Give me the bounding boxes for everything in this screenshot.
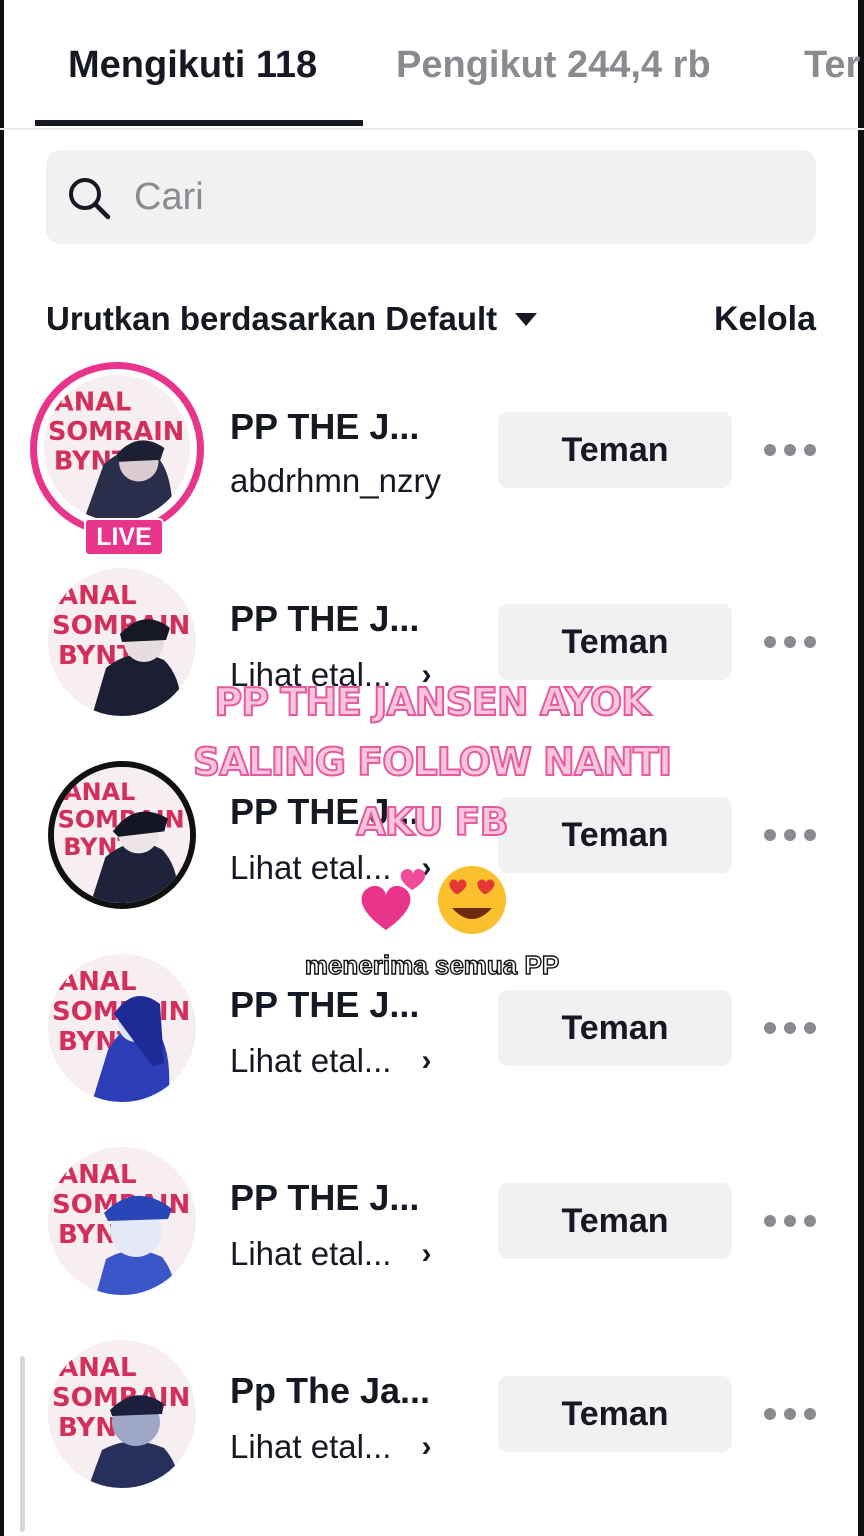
friend-button[interactable]: Teman <box>498 412 732 488</box>
chevron-right-icon: › <box>421 1430 432 1463</box>
manage-button[interactable]: Kelola <box>714 300 816 339</box>
user-display-name[interactable]: PP THE J... <box>230 984 419 1026</box>
pink-hearts-icon <box>361 885 411 930</box>
more-options-icon[interactable] <box>762 1211 818 1231</box>
search-input[interactable]: Cari <box>46 150 816 244</box>
more-options-icon[interactable] <box>762 1018 818 1038</box>
tab-friends[interactable]: Ter <box>804 44 860 87</box>
view-showcase-label: Lihat etal... <box>230 1235 392 1272</box>
sort-dropdown[interactable]: Urutkan berdasarkan Default <box>46 300 538 338</box>
view-showcase-link[interactable]: Lihat etal... › <box>230 1042 431 1080</box>
chevron-right-icon: › <box>421 1044 432 1077</box>
search-icon <box>69 178 111 220</box>
friend-button[interactable]: Teman <box>498 604 732 680</box>
scrollbar[interactable] <box>20 1356 25 1532</box>
more-options-icon[interactable] <box>762 440 818 460</box>
user-display-name[interactable]: PP THE J... <box>230 1177 419 1219</box>
friend-button[interactable]: Teman <box>498 1183 732 1259</box>
caption-line-2: SALING FOLLOW NANTI <box>192 739 673 785</box>
avatar[interactable]: ANAL SOMRAIN BYNT <box>48 1147 196 1295</box>
svg-text:SOMRAIN: SOMRAIN <box>48 417 184 447</box>
avatar[interactable]: ANAL SOMRAIN BYNT <box>44 375 190 521</box>
caption-line-3: AKU FB <box>355 799 509 845</box>
svg-text:ANAL: ANAL <box>58 1353 137 1383</box>
svg-text:ANAL: ANAL <box>58 1160 137 1190</box>
chevron-right-icon: › <box>421 1237 432 1270</box>
search-placeholder: Cari <box>134 176 204 218</box>
tab-followers[interactable]: Pengikut 244,4 rb <box>396 44 711 87</box>
emoji-sticker <box>356 860 516 940</box>
list-item: ANAL SOMRAIN BYNT PP THE J... Lihat etal… <box>0 1147 864 1317</box>
heart-eyes-icon <box>438 866 506 934</box>
live-badge: LIVE <box>84 518 164 556</box>
caption-small: menerima semua PP <box>304 949 560 980</box>
caption-line-1: PP THE JANSEN AYOK <box>213 679 651 725</box>
view-showcase-link[interactable]: Lihat etal... › <box>230 1428 431 1466</box>
friend-button[interactable]: Teman <box>498 1376 732 1452</box>
user-display-name[interactable]: PP THE J... <box>230 406 419 448</box>
tab-following[interactable]: Mengikuti 118 <box>68 44 317 87</box>
user-display-name[interactable]: PP THE J... <box>230 598 419 640</box>
svg-text:ANAL: ANAL <box>58 581 137 611</box>
more-options-icon[interactable] <box>762 1404 818 1424</box>
caret-down-icon <box>515 312 538 326</box>
active-tab-indicator <box>35 120 363 126</box>
user-display-name[interactable]: Pp The Ja... <box>230 1370 430 1412</box>
list-item: ANAL SOMRAIN BYNT LIVE PP THE J... abdrh… <box>0 362 864 556</box>
avatar[interactable]: ANAL SOMRAIN BYNT <box>48 1340 196 1488</box>
more-options-icon[interactable] <box>762 632 818 652</box>
user-username[interactable]: abdrhmn_nzry <box>230 462 441 500</box>
sort-label: Urutkan berdasarkan Default <box>46 300 498 337</box>
tab-bar: Mengikuti 118 Pengikut 244,4 rb Ter <box>0 0 864 130</box>
list-item: ANAL SOMRAIN BYNT Pp The Ja... Lihat eta… <box>0 1340 864 1510</box>
view-showcase-label: Lihat etal... <box>230 1428 392 1465</box>
friend-button[interactable]: Teman <box>498 990 732 1066</box>
view-showcase-label: Lihat etal... <box>230 1042 392 1079</box>
view-showcase-link[interactable]: Lihat etal... › <box>230 1235 431 1273</box>
